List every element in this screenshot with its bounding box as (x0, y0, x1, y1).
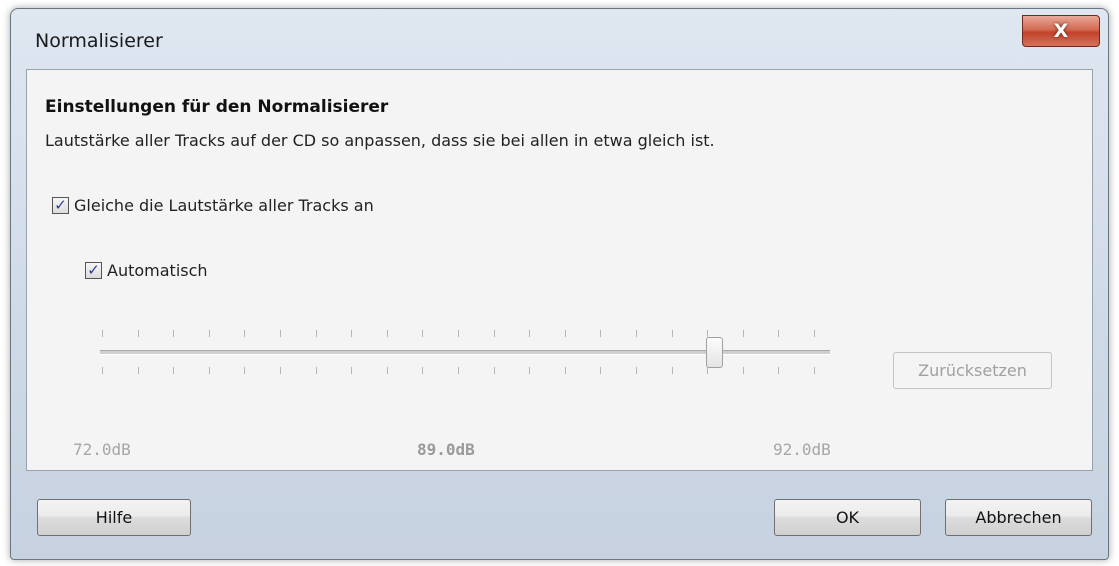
slider-tick-bottom (636, 367, 637, 374)
slider-tick-bottom (671, 367, 673, 374)
automatic-checkbox[interactable]: ✓ (85, 262, 102, 279)
slider-tick-top (600, 330, 602, 337)
slider-tick-bottom (458, 367, 459, 374)
automatic-label[interactable]: Automatisch (107, 261, 208, 280)
slider-tick-top (208, 330, 210, 337)
slider-tick-bottom (600, 367, 602, 374)
slider-tick-bottom (315, 367, 317, 374)
slider-tick-bottom (814, 367, 815, 374)
cancel-button[interactable]: Abbrechen (945, 499, 1092, 536)
volume-slider[interactable] (82, 320, 830, 410)
title-bar[interactable]: Normalisierer X (11, 9, 1108, 67)
slider-tick-top (458, 330, 459, 337)
slider-tick-bottom (208, 367, 210, 374)
section-heading: Einstellungen für den Normalisierer (45, 97, 389, 117)
slider-tick-bottom (386, 367, 388, 374)
slider-tick-top (386, 330, 388, 337)
slider-tick-bottom (280, 367, 281, 374)
reset-button[interactable]: Zurücksetzen (893, 352, 1052, 389)
slider-tick-bottom (529, 367, 531, 374)
normalizer-dialog: Normalisierer X Einstellungen für den No… (10, 8, 1109, 560)
slider-max-label: 92.0dB (773, 440, 831, 459)
equalize-checkbox[interactable]: ✓ (52, 197, 69, 214)
slider-tick-top (422, 330, 424, 337)
slider-tick-bottom (244, 367, 246, 374)
slider-tick-top (564, 330, 566, 337)
equalize-option[interactable]: ✓ Gleiche die Lautstärke aller Tracks an (52, 196, 374, 215)
slider-tick-top (280, 330, 281, 337)
slider-tick-bottom (102, 367, 103, 374)
slider-tick-top (493, 330, 495, 337)
close-button[interactable]: X (1022, 15, 1100, 47)
slider-tick-top (671, 330, 673, 337)
slider-min-label: 72.0dB (73, 440, 131, 459)
close-icon: X (1053, 20, 1069, 42)
help-button[interactable]: Hilfe (37, 499, 191, 536)
checkmark-icon: ✓ (87, 261, 100, 279)
slider-tick-bottom (173, 367, 175, 374)
slider-tick-top (102, 330, 103, 337)
slider-tick-bottom (493, 367, 495, 374)
slider-tick-top (137, 330, 139, 337)
slider-tick-top (315, 330, 317, 337)
slider-tick-top (351, 330, 353, 337)
content-panel: Einstellungen für den Normalisierer Laut… (26, 69, 1093, 471)
window-title: Normalisierer (35, 30, 163, 52)
slider-tick-top (814, 330, 815, 337)
slider-tick-top (173, 330, 175, 337)
slider-tick-bottom (707, 367, 709, 374)
slider-tick-bottom (778, 367, 780, 374)
ok-button[interactable]: OK (774, 499, 921, 536)
slider-tick-top (244, 330, 246, 337)
checkmark-icon: ✓ (54, 196, 67, 214)
slider-tick-bottom (742, 367, 744, 374)
slider-thumb[interactable] (706, 337, 723, 368)
slider-tick-top (778, 330, 780, 337)
slider-tick-bottom (137, 367, 139, 374)
equalize-label[interactable]: Gleiche die Lautstärke aller Tracks an (74, 196, 374, 215)
slider-tick-top (707, 330, 709, 337)
section-description: Lautstärke aller Tracks auf der CD so an… (45, 131, 715, 150)
automatic-option[interactable]: ✓ Automatisch (85, 261, 208, 280)
slider-tick-top (742, 330, 744, 337)
slider-tick-top (529, 330, 531, 337)
slider-tick-top (636, 330, 637, 337)
slider-current-label: 89.0dB (417, 440, 475, 459)
slider-tick-bottom (351, 367, 353, 374)
slider-tick-bottom (564, 367, 566, 374)
slider-tick-bottom (422, 367, 424, 374)
